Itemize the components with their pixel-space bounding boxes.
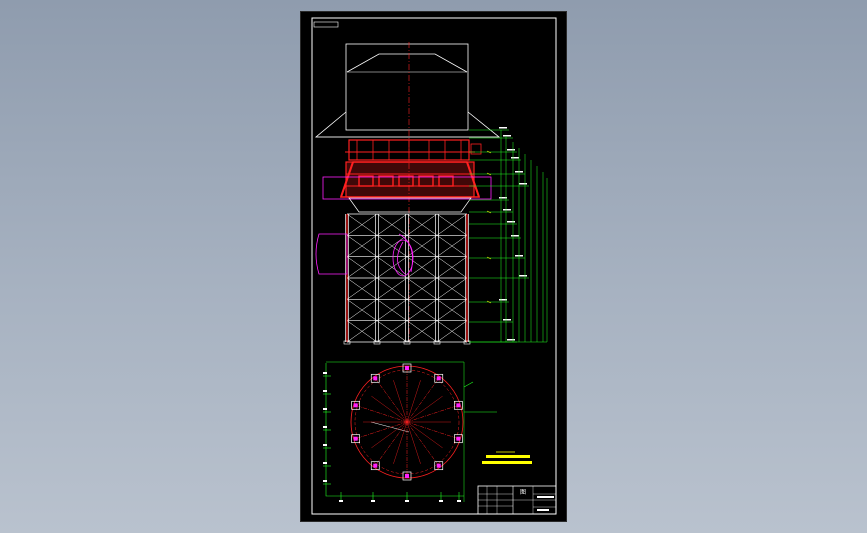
- main-truss-block: [339, 161, 481, 198]
- elevation-dimensions: [469, 127, 548, 343]
- conveyor-gallery: [315, 233, 414, 277]
- title-stamp: 图: [520, 489, 526, 496]
- notes-annotation: [482, 451, 532, 464]
- lattice-tower: [343, 213, 471, 345]
- drawing-number-box: [313, 21, 339, 28]
- plan-view: [323, 361, 497, 502]
- cad-viewport[interactable]: 图: [0, 0, 867, 533]
- cad-drawing: 图: [311, 17, 557, 515]
- drawing-sheet: 图: [301, 12, 566, 521]
- title-block: 图: [477, 485, 557, 515]
- roof-ridge: [346, 53, 468, 73]
- roof-eaves: [314, 111, 501, 138]
- roof-housing: [345, 43, 469, 131]
- upper-platform: [345, 139, 482, 161]
- elevation-view: [314, 42, 548, 345]
